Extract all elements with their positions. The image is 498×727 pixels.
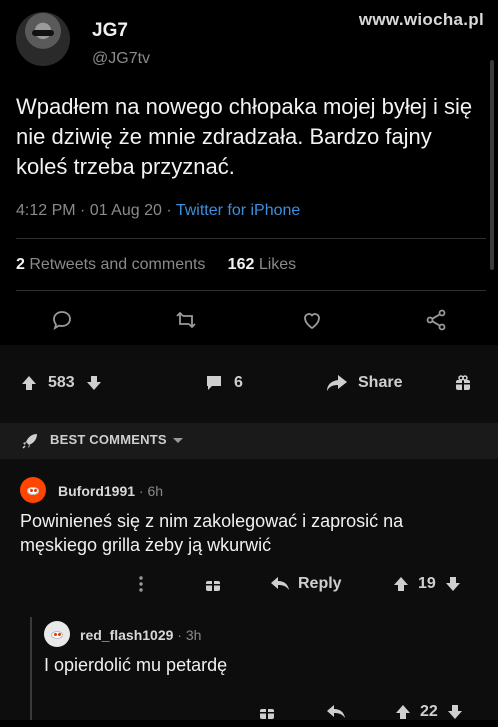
display-name[interactable]: JG7 xyxy=(92,20,128,42)
reply-icon[interactable] xyxy=(44,302,80,338)
divider xyxy=(16,238,486,239)
downvote-icon[interactable] xyxy=(85,374,103,392)
reply-arrow-icon xyxy=(271,577,289,590)
share-button[interactable]: Share xyxy=(326,371,402,395)
share-icon[interactable] xyxy=(418,302,454,338)
post-vote: 583 xyxy=(20,371,103,395)
like-icon[interactable] xyxy=(294,302,330,338)
tweet-actions xyxy=(0,302,498,338)
comments-count: 6 xyxy=(234,374,243,391)
avatar[interactable] xyxy=(20,477,46,503)
comments-button[interactable]: 6 xyxy=(204,371,243,395)
post-score: 583 xyxy=(48,374,75,391)
reply-button[interactable]: Reply xyxy=(270,569,342,599)
tweet-time: 4:12 PM · 01 Aug 20 · xyxy=(16,202,176,219)
gift-icon[interactable] xyxy=(204,569,222,599)
retweet-icon[interactable] xyxy=(168,302,204,338)
comment-author[interactable]: red_flash1029 · 3h xyxy=(80,627,201,643)
sort-bar[interactable]: BEST COMMENTS xyxy=(0,423,498,459)
author-name[interactable]: red_flash1029 xyxy=(80,627,173,643)
upvote-icon[interactable] xyxy=(392,575,410,593)
gift-icon[interactable] xyxy=(258,697,276,727)
author-name[interactable]: Buford1991 xyxy=(58,483,135,499)
scrollbar[interactable] xyxy=(490,60,494,270)
upvote-icon[interactable] xyxy=(394,703,412,721)
watermark: www.wiocha.pl xyxy=(358,10,484,29)
tweet-stats: 2 Retweets and comments 162 Likes xyxy=(16,256,296,274)
comment-text: Powinieneś się z nim zakolegować i zapro… xyxy=(20,511,404,555)
comment-vote: 22 xyxy=(394,697,464,727)
comment-actions: 22 xyxy=(0,697,498,727)
tweet-text: Wpadłem na nowego chłopaka mojej byłej i… xyxy=(16,94,473,179)
divider xyxy=(16,290,486,291)
downvote-icon[interactable] xyxy=(446,703,464,721)
award-button[interactable] xyxy=(454,371,472,395)
gift-icon xyxy=(456,375,470,390)
comment-score: 22 xyxy=(420,703,438,720)
comment-author[interactable]: Buford1991 · 6h xyxy=(58,483,163,499)
upvote-icon[interactable] xyxy=(20,374,38,392)
comment-time: 3h xyxy=(185,627,202,643)
comment: red_flash1029 · 3h I opierdolić mu petar… xyxy=(0,617,498,720)
avatar[interactable] xyxy=(16,12,70,66)
reply-label: Reply xyxy=(298,575,342,592)
retweets-count[interactable]: 2 xyxy=(16,256,25,273)
comment-text: I opierdolić mu petardę xyxy=(44,655,228,675)
likes-label[interactable]: Likes xyxy=(254,256,296,273)
share-label: Share xyxy=(358,374,403,391)
chevron-down-icon xyxy=(173,438,183,443)
reply-arrow-icon[interactable] xyxy=(326,697,346,727)
comment-time: 6h xyxy=(147,483,164,499)
reddit-panel: 583 6 Share BEST COMMENTS Buford1991 · 6… xyxy=(0,345,498,720)
retweets-label[interactable]: Retweets and comments xyxy=(25,256,205,273)
comment-icon xyxy=(207,376,221,390)
avatar[interactable] xyxy=(44,621,70,647)
sort-label: BEST COMMENTS xyxy=(50,432,167,447)
post-action-bar: 583 6 Share xyxy=(0,345,498,425)
downvote-icon[interactable] xyxy=(444,575,462,593)
share-arrow-icon xyxy=(327,375,347,391)
comment-actions: Reply 19 xyxy=(0,569,498,599)
likes-count[interactable]: 162 xyxy=(228,256,255,273)
rocket-icon xyxy=(22,434,37,449)
comment-score: 19 xyxy=(418,575,436,592)
tweet-source-link[interactable]: Twitter for iPhone xyxy=(176,202,301,219)
tweet-meta: 4:12 PM · 01 Aug 20 · Twitter for iPhone xyxy=(16,202,300,220)
tweet-card: JG7 @JG7tv www.wiocha.pl Wpadłem na nowe… xyxy=(0,0,498,345)
more-icon[interactable] xyxy=(138,569,144,599)
avatar-glasses xyxy=(32,30,54,36)
user-handle[interactable]: @JG7tv xyxy=(92,50,150,68)
comment-vote: 19 xyxy=(392,569,462,599)
comment: Buford1991 · 6h Powinieneś się z nim zak… xyxy=(0,471,498,599)
